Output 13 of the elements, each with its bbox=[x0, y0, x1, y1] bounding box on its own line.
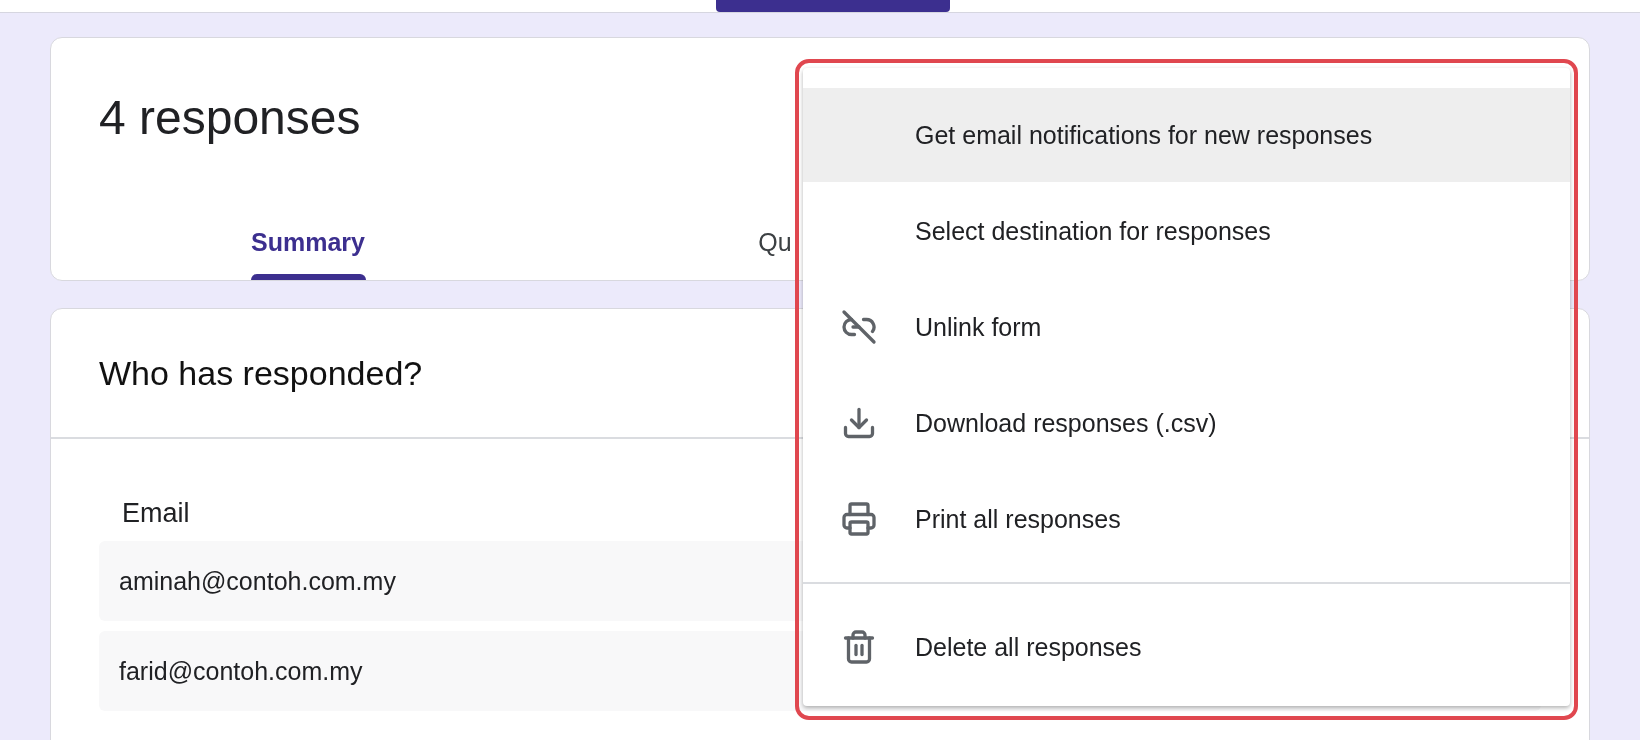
download-icon bbox=[841, 405, 877, 441]
tab[interactable]: Summary bbox=[251, 224, 365, 260]
unlink-icon bbox=[841, 309, 877, 345]
menu-item[interactable]: Unlink form bbox=[803, 280, 1570, 374]
menu-item[interactable]: Get email notifications for new responses bbox=[803, 88, 1570, 182]
menu-item[interactable]: Select destination for responses bbox=[803, 184, 1570, 278]
trash-icon bbox=[841, 629, 877, 665]
tab[interactable]: Qu bbox=[758, 224, 792, 260]
responses-count-title: 4 responses bbox=[98, 90, 361, 146]
menu-item[interactable]: Download responses (.csv) bbox=[803, 376, 1570, 470]
printer-icon bbox=[841, 501, 877, 537]
section-title: Who has responded? bbox=[98, 353, 423, 394]
column-header: Email bbox=[121, 497, 190, 530]
